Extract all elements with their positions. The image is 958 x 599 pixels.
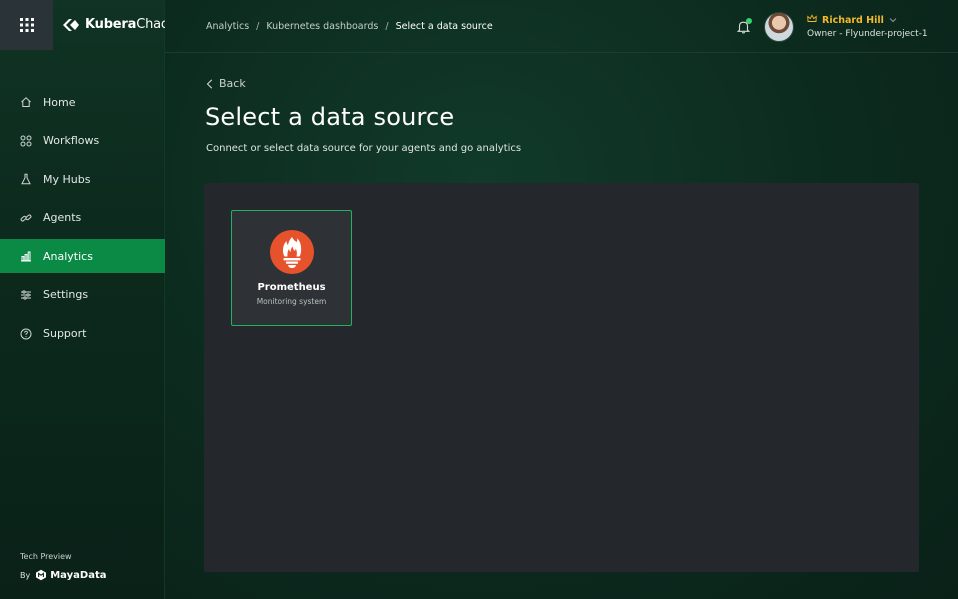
user-name: Richard Hill — [822, 14, 884, 26]
breadcrumb-analytics[interactable]: Analytics — [206, 21, 249, 32]
app-root: KuberaChaos Home Workflows My Hubs Agent… — [0, 0, 958, 599]
top-bar: Analytics / Kubernetes dashboards / Sele… — [165, 0, 958, 53]
chevron-left-icon — [206, 78, 213, 89]
mayadata-name: MayaData — [50, 569, 107, 581]
sidebar-footer: Tech Preview By MayaData — [20, 552, 106, 581]
by-maya-data: By MayaData — [20, 569, 106, 581]
prometheus-icon — [270, 230, 314, 274]
analytics-icon — [19, 250, 32, 263]
datasource-name: Prometheus — [257, 282, 326, 293]
home-icon — [19, 96, 32, 109]
page-subtitle: Connect or select data source for your a… — [206, 143, 522, 154]
sidebar-item-label: Analytics — [43, 249, 93, 263]
sidebar-item-settings[interactable]: Settings — [0, 278, 165, 312]
sidebar-item-label: Home — [43, 95, 76, 109]
sidebar-item-label: Workflows — [43, 134, 100, 148]
avatar[interactable] — [764, 12, 794, 42]
mayadata-logo-icon — [36, 569, 47, 581]
brand-name: KuberaChaos — [85, 17, 175, 32]
grid-icon — [19, 18, 34, 32]
by-label: By — [20, 570, 31, 580]
flask-icon — [19, 173, 32, 186]
brand-bar: KuberaChaos — [0, 0, 175, 50]
brand-logo[interactable]: KuberaChaos — [62, 17, 175, 32]
notifications-button[interactable] — [736, 18, 752, 34]
brand-name-bold: Kubera — [85, 17, 137, 32]
sidebar: KuberaChaos Home Workflows My Hubs Agent… — [0, 0, 175, 599]
breadcrumb-separator: / — [385, 21, 389, 32]
sidebar-item-agents[interactable]: Agents — [0, 201, 165, 235]
sidebar-item-label: Support — [43, 327, 87, 341]
notification-dot — [746, 18, 752, 24]
user-role: Owner - Flyunder-project-1 — [807, 29, 928, 39]
back-label: Back — [219, 77, 246, 90]
help-icon — [19, 327, 32, 340]
user-menu[interactable]: Richard Hill Owner - Flyunder-project-1 — [807, 14, 928, 39]
page-title: Select a data source — [205, 103, 455, 131]
breadcrumb-kubernetes-dashboards[interactable]: Kubernetes dashboards — [266, 21, 378, 32]
app-launcher-button[interactable] — [0, 0, 53, 50]
sidebar-nav: Home Workflows My Hubs Agents Analytics … — [0, 85, 165, 355]
sidebar-item-label: My Hubs — [43, 172, 91, 186]
datasource-card-prometheus[interactable]: Prometheus Monitoring system — [231, 210, 352, 326]
breadcrumb: Analytics / Kubernetes dashboards / Sele… — [206, 21, 493, 32]
datasource-description: Monitoring system — [256, 297, 327, 306]
settings-icon — [19, 288, 32, 301]
crown-icon — [807, 14, 817, 26]
breadcrumb-current: Select a data source — [395, 21, 493, 32]
breadcrumb-separator: / — [256, 21, 260, 32]
link-icon — [19, 211, 32, 224]
tech-preview-label: Tech Preview — [20, 552, 72, 561]
kubera-logo-icon — [63, 18, 79, 31]
sidebar-item-my-hubs[interactable]: My Hubs — [0, 162, 165, 196]
sidebar-item-label: Settings — [43, 288, 89, 302]
user-name-row: Richard Hill — [807, 14, 928, 26]
workflows-icon — [19, 134, 32, 147]
chevron-down-icon — [889, 15, 897, 26]
mayadata-logo[interactable]: MayaData — [35, 569, 106, 581]
back-button[interactable]: Back — [206, 77, 246, 90]
main-content: Analytics / Kubernetes dashboards / Sele… — [165, 0, 958, 599]
sidebar-item-home[interactable]: Home — [0, 85, 165, 119]
sidebar-item-analytics[interactable]: Analytics — [0, 239, 165, 274]
sidebar-item-workflows[interactable]: Workflows — [0, 124, 165, 158]
sidebar-item-label: Agents — [43, 211, 82, 225]
sidebar-item-support[interactable]: Support — [0, 317, 165, 351]
datasource-panel: Prometheus Monitoring system — [204, 183, 919, 572]
